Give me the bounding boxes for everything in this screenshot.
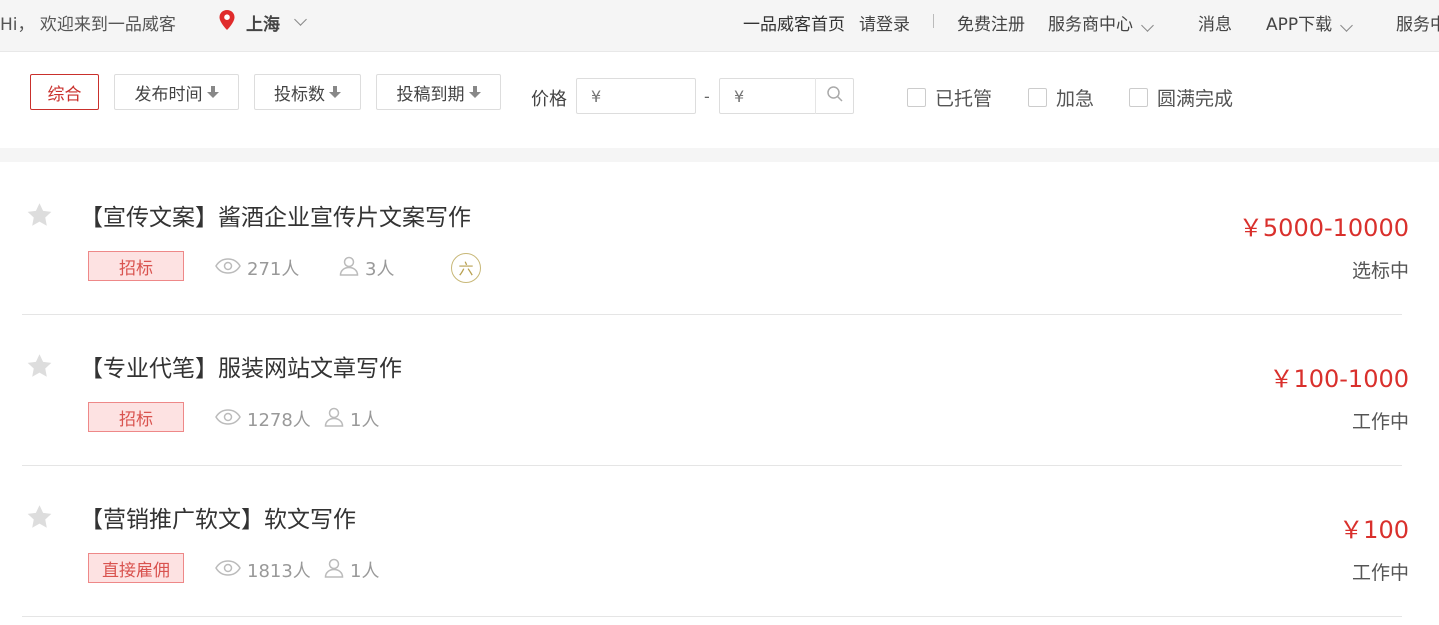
eye-icon [215,408,241,430]
sort-time-label: 发布时间 [134,84,203,105]
filter-bar: 综合 发布时间 投标数 投稿到期 价格 - 已托管 加急 圆满完成 [0,52,1439,148]
sort-bids-button[interactable]: 投标数 [254,74,361,110]
completed-label: 圆满完成 [1157,88,1234,110]
view-count-value: 1813人 [247,561,311,582]
sort-time-button[interactable]: 发布时间 [114,74,239,110]
star-icon[interactable] [26,504,53,534]
completed-checkbox[interactable]: 圆满完成 [1129,84,1233,111]
task-status: 工作中 [1351,411,1409,433]
city-selector[interactable]: 上海 [218,9,307,35]
sort-bids-label: 投标数 [274,84,325,105]
escrowed-label: 已托管 [935,88,993,110]
bid-count-value: 3人 [365,259,395,280]
price-range-dash: - [704,87,710,106]
price-search-button[interactable] [815,78,854,114]
task-price: ￥5000-10000 [1238,214,1409,242]
user-icon [339,256,359,281]
checkbox-box[interactable] [1129,88,1148,107]
top-bar: Hi， 欢迎来到一品威客 上海 一品威客首页 请登录 免费注册 服务商中心 消息… [0,0,1439,52]
task-status: 工作中 [1351,562,1409,584]
section-gap [0,148,1439,162]
city-name: 上海 [246,14,280,35]
task-status: 选标中 [1351,260,1409,282]
star-icon[interactable] [26,353,53,383]
view-count-value: 1278人 [247,410,311,431]
task-type-tag: 直接雇佣 [88,553,184,583]
chevron-down-icon [1141,19,1154,32]
user-icon [324,407,344,432]
app-download-label: APP下载 [1266,15,1333,35]
view-count: 1813人 [215,557,311,583]
bid-count-value: 1人 [350,410,380,431]
bid-count-value: 1人 [350,561,380,582]
divider [22,616,1402,617]
user-icon [324,558,344,583]
price-min-input[interactable] [576,78,696,114]
arrow-down-icon [206,86,219,98]
view-count-value: 271人 [247,259,300,280]
home-link[interactable]: 一品威客首页 [743,10,845,35]
divider [933,14,934,28]
star-icon[interactable] [26,202,53,232]
sort-deadline-label: 投稿到期 [396,84,465,105]
price-label: 价格 [531,89,567,110]
task-title[interactable]: 【专业代笔】服装网站文章写作 [80,349,402,383]
arrow-down-icon [468,86,481,98]
search-icon [826,85,844,107]
service-menu[interactable]: 服务中 [1396,10,1439,35]
greeting-text: Hi， 欢迎来到一品威客 [0,15,176,35]
task-price: ￥100-1000 [1269,365,1409,393]
chevron-down-icon [1340,19,1354,32]
sort-all-label: 综合 [47,84,82,105]
sort-all-button[interactable]: 综合 [30,74,99,110]
checkbox-box[interactable] [1028,88,1047,107]
eye-icon [215,257,241,279]
task-item[interactable]: 【营销推广软文】软文写作 直接雇佣 1813人 1人 ￥100 工作中 [0,466,1439,617]
checkbox-box[interactable] [907,88,926,107]
provider-center-menu[interactable]: 服务商中心 [1048,10,1154,35]
provider-center-label: 服务商中心 [1048,15,1133,35]
login-link[interactable]: 请登录 [859,10,910,35]
sort-deadline-button[interactable]: 投稿到期 [376,74,501,110]
task-price: ￥100 [1339,516,1409,544]
register-link[interactable]: 免费注册 [957,10,1025,35]
task-title[interactable]: 【宣传文案】酱酒企业宣传片文案写作 [80,198,471,232]
eye-icon [215,559,241,581]
location-pin-icon [218,9,236,35]
view-count: 1278人 [215,406,311,432]
chevron-down-icon [294,13,307,26]
task-item[interactable]: 【宣传文案】酱酒企业宣传片文案写作 招标 271人 3人 六 ￥5000-100… [0,164,1439,315]
task-type-tag: 招标 [88,251,184,281]
bid-count: 1人 [324,406,379,432]
bid-count: 3人 [339,255,394,281]
view-count: 271人 [215,255,299,281]
level-badge: 六 [451,253,481,283]
messages-link[interactable]: 消息 [1198,10,1232,35]
urgent-checkbox[interactable]: 加急 [1028,84,1094,111]
app-download-menu[interactable]: APP下载 [1266,10,1354,35]
escrowed-checkbox[interactable]: 已托管 [907,84,992,111]
task-item[interactable]: 【专业代笔】服装网站文章写作 招标 1278人 1人 ￥100-1000 工作中 [0,315,1439,466]
task-title[interactable]: 【营销推广软文】软文写作 [80,500,356,534]
urgent-label: 加急 [1056,88,1095,110]
task-type-tag: 招标 [88,402,184,432]
arrow-down-icon [329,86,341,98]
bid-count: 1人 [324,557,379,583]
